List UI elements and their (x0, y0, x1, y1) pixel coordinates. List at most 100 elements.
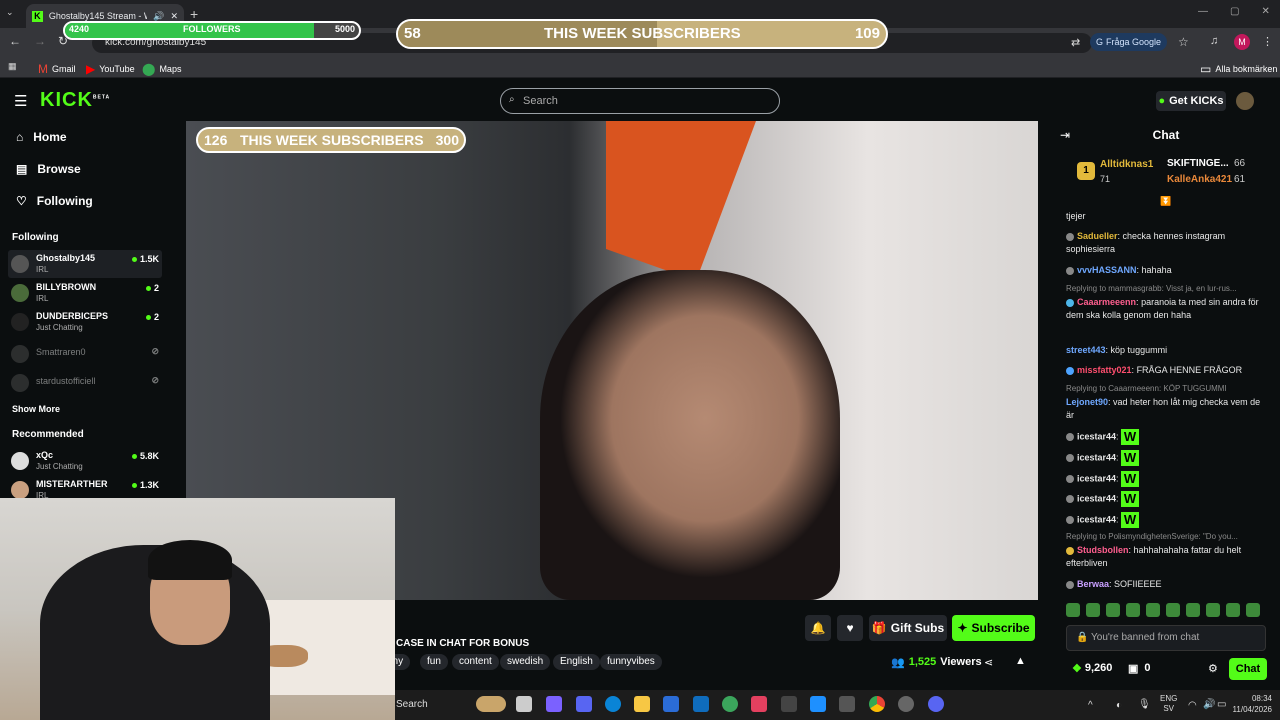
chat-username[interactable]: Caaarmeeenn (1077, 297, 1136, 307)
back-icon[interactable]: ← (9, 34, 21, 48)
tickets[interactable]: ▣ 0 (1128, 662, 1151, 675)
media-control-icon[interactable]: ♫ (1210, 35, 1218, 47)
user-avatar[interactable] (1236, 92, 1254, 110)
app-icon[interactable] (810, 696, 826, 712)
hamburger-menu-icon[interactable]: ☰ (14, 92, 27, 110)
tab-close-icon[interactable]: ✕ (170, 11, 178, 22)
gift-subs-button[interactable]: 🎁 Gift Subs (869, 615, 947, 641)
subscribe-button[interactable]: ✦ Subscribe (952, 615, 1035, 641)
tab-list-icon[interactable]: ⌄ (6, 7, 14, 18)
nav-following[interactable]: ♡ Following (16, 194, 93, 208)
file-explorer-icon[interactable] (634, 696, 650, 712)
chat-username[interactable]: icestar44 (1077, 431, 1116, 441)
emote-icon[interactable] (1246, 603, 1260, 617)
chat-username[interactable]: icestar44 (1077, 493, 1116, 503)
share-icon[interactable]: ⋖ (984, 656, 993, 669)
leader-name[interactable]: KalleAnka421 (1167, 174, 1232, 185)
teams-icon[interactable] (576, 696, 592, 712)
emote-icon[interactable] (1106, 603, 1120, 617)
copilot-icon[interactable] (546, 696, 562, 712)
apps-grid-icon[interactable]: ▦ (8, 61, 17, 72)
show-more-link[interactable]: Show More (12, 404, 60, 414)
sidebar-channel-offline[interactable]: stardustofficiell ⊘ (8, 369, 162, 397)
chat-username[interactable]: icestar44 (1077, 473, 1116, 483)
settings-gear-icon[interactable]: ⚙ (1208, 662, 1218, 675)
app-icon[interactable] (722, 696, 738, 712)
chat-username[interactable]: missfatty021 (1077, 365, 1132, 375)
chat-username[interactable]: Lejonet90 (1066, 397, 1108, 407)
minimize-icon[interactable]: — (1198, 6, 1208, 17)
chrome-icon[interactable] (869, 696, 885, 712)
search-input[interactable]: Search (500, 88, 780, 114)
chat-send-button[interactable]: Chat (1229, 658, 1267, 680)
app-icon[interactable] (781, 696, 797, 712)
emote-icon[interactable] (1086, 603, 1100, 617)
volume-icon[interactable]: 🔊 (1203, 699, 1215, 710)
wifi-icon[interactable]: ◠ (1188, 700, 1197, 711)
stream-tag[interactable]: funnyvibes (600, 654, 662, 670)
nav-browse[interactable]: ▤ Browse (16, 162, 81, 176)
chat-username[interactable]: Studsbollen (1077, 545, 1129, 555)
leader-name[interactable]: Alltidknas1 (1100, 159, 1153, 170)
emote-icon[interactable] (1226, 603, 1240, 617)
chat-username[interactable]: icestar44 (1077, 452, 1116, 462)
emote-icon[interactable] (1146, 603, 1160, 617)
mail-icon[interactable] (693, 696, 709, 712)
bookmark-maps[interactable]: ⬤ Maps (142, 62, 181, 76)
stream-tag[interactable]: English (553, 654, 600, 670)
tray-app-icon[interactable]: ◐ (1116, 700, 1122, 711)
emote-icon[interactable] (1066, 603, 1080, 617)
edge-icon[interactable] (605, 696, 621, 712)
new-tab-icon[interactable]: + (190, 6, 198, 22)
store-icon[interactable] (663, 696, 679, 712)
stream-tag[interactable]: content (452, 654, 499, 670)
discord-icon[interactable] (928, 696, 944, 712)
sidebar-channel[interactable]: Ghostalby145 IRL 1.5K (8, 250, 162, 278)
sidebar-channel[interactable]: DUNDERBICEPS Just Chatting 2 (8, 308, 162, 336)
app-icon[interactable] (751, 696, 767, 712)
profile-avatar[interactable]: M (1234, 34, 1250, 50)
get-kicks-button[interactable]: ● Get KICKs (1156, 91, 1226, 111)
chat-input[interactable]: You're banned from chat (1066, 625, 1266, 651)
sidebar-channel[interactable]: BILLYBROWN IRL 2 (8, 279, 162, 307)
app-icon[interactable] (839, 696, 855, 712)
emote-icon[interactable] (1186, 603, 1200, 617)
channel-points[interactable]: ❖ 9,260 (1072, 662, 1112, 675)
chat-username[interactable]: street443 (1066, 345, 1106, 355)
follow-heart-button[interactable]: ♥ (837, 615, 863, 641)
leader-name[interactable]: SKIFTINGE... (1167, 158, 1229, 169)
bookmark-youtube[interactable]: ▶ YouTube (86, 62, 135, 76)
restore-icon[interactable]: ▢ (1230, 6, 1239, 17)
microphone-icon[interactable]: 🎙 (1138, 699, 1151, 710)
emote-icon[interactable] (1126, 603, 1140, 617)
stream-tag[interactable]: fun (420, 654, 448, 670)
task-view-icon[interactable] (516, 696, 532, 712)
chat-username[interactable]: icestar44 (1077, 514, 1116, 524)
obs-icon[interactable] (898, 696, 914, 712)
taskbar-search[interactable]: Search (396, 699, 428, 710)
bookmark-star-icon[interactable]: ☆ (1178, 35, 1189, 49)
forward-icon[interactable]: → (34, 34, 46, 48)
emote-icon[interactable] (1166, 603, 1180, 617)
translate-icon[interactable]: ⇄ (1071, 36, 1080, 49)
nav-home[interactable]: ⌂ Home (16, 130, 67, 144)
widget-icon[interactable] (476, 696, 506, 712)
scroll-down-icon[interactable]: ⏬ (1160, 196, 1171, 207)
chat-username[interactable]: Sadueller (1077, 231, 1118, 241)
report-icon[interactable]: ▲ (1015, 655, 1026, 667)
kick-logo[interactable]: KICKBETA (40, 89, 110, 112)
sidebar-channel[interactable]: xQc Just Chatting 5.8K (8, 447, 162, 475)
emote-icon[interactable] (1206, 603, 1220, 617)
tray-chevron-icon[interactable]: ^ (1088, 700, 1093, 711)
language-indicator[interactable]: ENG SV (1160, 694, 1177, 714)
tab-audio-icon[interactable]: 🔊 (153, 11, 164, 22)
close-window-icon[interactable]: ✕ (1261, 6, 1269, 17)
bookmark-gmail[interactable]: M Gmail (38, 62, 76, 76)
stream-tag[interactable]: swedish (500, 654, 551, 670)
chat-username[interactable]: vvvHASSANN (1077, 265, 1137, 275)
clock[interactable]: 08:34 11/04/2026 (1226, 693, 1272, 715)
all-bookmarks[interactable]: ▭ Alla bokmärken (1200, 62, 1277, 76)
notification-bell-button[interactable]: 🔔 (805, 615, 831, 641)
chat-username[interactable]: Berwaa (1077, 579, 1109, 589)
sidebar-channel-offline[interactable]: Smattraren0 ⊘ (8, 340, 162, 368)
